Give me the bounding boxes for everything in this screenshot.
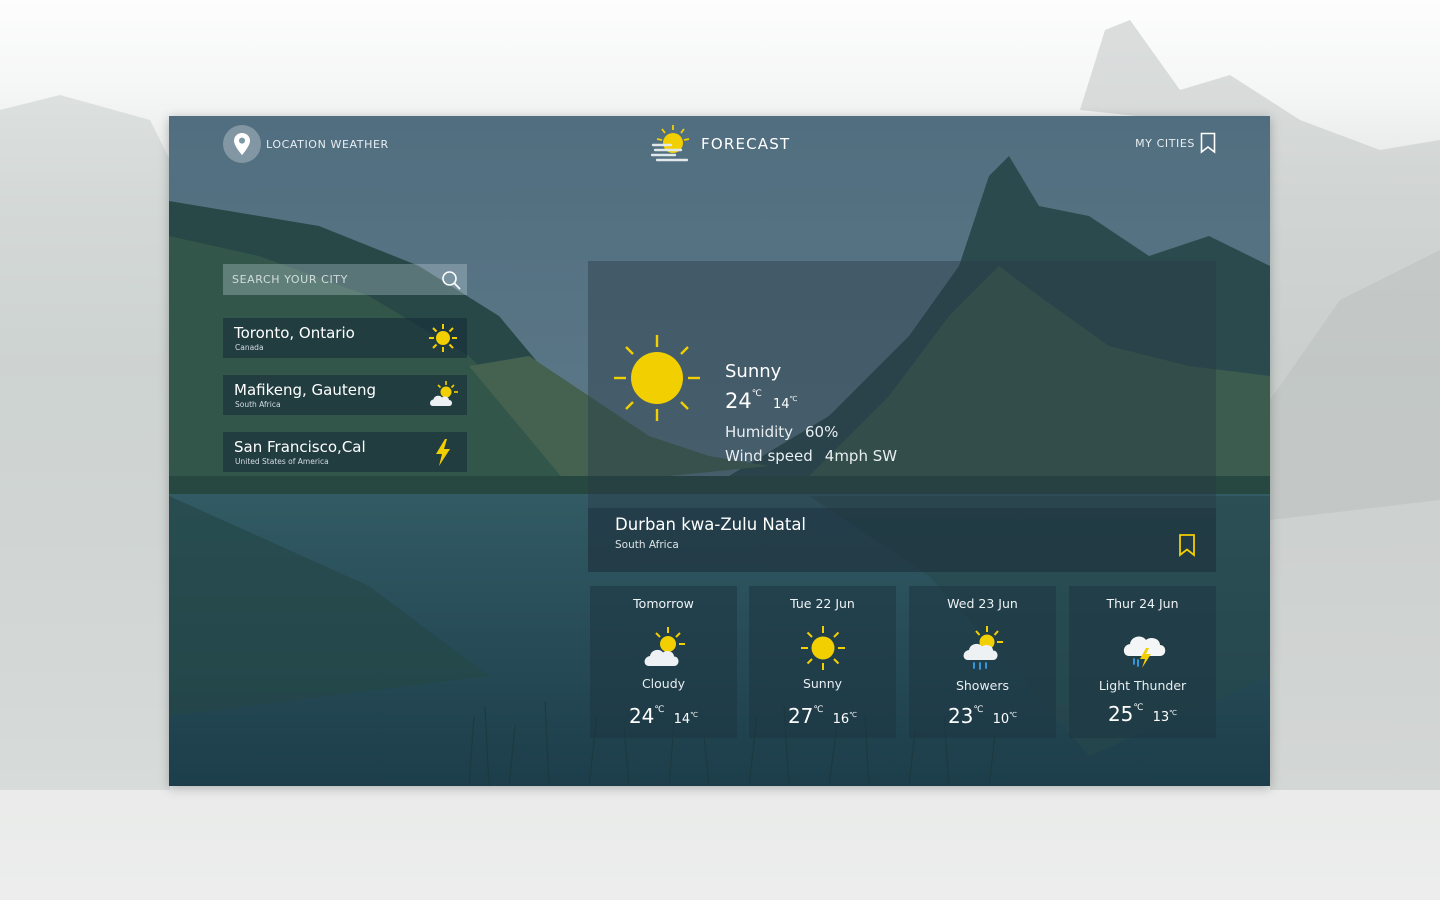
forecast-temp-high: 27 xyxy=(787,704,814,728)
current-temp-low: 14 xyxy=(772,397,790,412)
forecast-temp-low: 14 xyxy=(673,712,691,727)
thunder-cloud-icon xyxy=(1123,636,1165,668)
location-pin-button[interactable] xyxy=(223,125,261,163)
forecast-temp-high: 25 xyxy=(1107,702,1134,726)
forecast-temp-low: 10 xyxy=(992,712,1010,727)
city-country: Canada xyxy=(235,343,264,352)
location-weather-link[interactable]: LOCATION WEATHER xyxy=(223,124,389,164)
search-icon[interactable] xyxy=(441,270,461,290)
city-card-toronto[interactable]: Toronto, Ontario Canada xyxy=(223,318,467,358)
humidity-row: Humidity 60% xyxy=(725,423,838,441)
forecast-temperatures: 23℃ 10℃ xyxy=(909,704,1056,728)
city-card-mafikeng[interactable]: Mafikeng, Gauteng South Africa xyxy=(223,375,467,415)
temp-unit: ℃ xyxy=(1009,711,1018,719)
forecast-condition: Cloudy xyxy=(641,676,686,691)
current-condition: Sunny xyxy=(725,361,782,382)
temp-unit: ℃ xyxy=(789,395,798,403)
forecast-card-thur[interactable]: Thur 24 Jun Light Thunder 25℃ 13℃ xyxy=(1069,586,1216,738)
sun-behind-clouds-icon xyxy=(651,125,690,162)
current-temperatures: 24℃ 14℃ xyxy=(725,389,797,413)
forecast-condition: Showers xyxy=(955,678,1010,693)
app-title: FORECAST xyxy=(701,135,791,153)
city-search-input[interactable] xyxy=(230,272,434,287)
temp-unit: ℃ xyxy=(1169,709,1178,717)
sun-icon xyxy=(429,324,457,352)
forecast-day: Tue 22 Jun xyxy=(790,596,855,611)
location-weather-label[interactable]: LOCATION WEATHER xyxy=(266,138,389,151)
city-name: Mafikeng, Gauteng xyxy=(234,381,376,399)
city-card-san-francisco[interactable]: San Francisco,Cal United States of Ameri… xyxy=(223,432,467,472)
location-pin-icon xyxy=(234,133,250,155)
forecast-temp-low: 16 xyxy=(832,712,850,727)
city-name: San Francisco,Cal xyxy=(234,438,366,456)
forecast-day: Tomorrow xyxy=(633,596,694,611)
forecast-card-wed[interactable]: Wed 23 Jun Showers 23℃ 10℃ xyxy=(909,586,1056,738)
wind-value: 4mph SW xyxy=(824,447,898,465)
forecast-temperatures: 24℃ 14℃ xyxy=(590,704,737,728)
temp-unit: ℃ xyxy=(973,705,984,715)
temp-unit: ℃ xyxy=(690,711,699,719)
bookmark-icon xyxy=(1200,132,1216,154)
forecast-condition: Sunny xyxy=(802,676,843,691)
forecast-card-tue[interactable]: Tue 22 Jun Sunny 27℃ 16℃ xyxy=(749,586,896,738)
my-cities-label[interactable]: MY CITIES xyxy=(1135,137,1195,150)
city-search-box xyxy=(223,264,467,295)
partly-cloudy-icon xyxy=(430,381,458,406)
humidity-value: 60% xyxy=(805,423,839,441)
temp-unit: ℃ xyxy=(849,711,858,719)
forecast-card-tomorrow[interactable]: Tomorrow Cloudy 24℃ 14℃ xyxy=(590,586,737,738)
city-name: Toronto, Ontario xyxy=(234,324,355,342)
rain-showers-icon xyxy=(963,626,1003,670)
temp-unit: ℃ xyxy=(813,705,824,715)
forecast-temp-low: 13 xyxy=(1152,710,1170,725)
forecast-temperatures: 27℃ 16℃ xyxy=(749,704,896,728)
temp-unit: ℃ xyxy=(751,389,762,399)
weather-app-window: LOCATION WEATHER FORECAST MY CITIES SEAR… xyxy=(169,116,1270,786)
forecast-day: Thur 24 Jun xyxy=(1106,596,1179,611)
city-country: South Africa xyxy=(235,400,281,409)
current-weather-panel: Sunny 24℃ 14℃ Humidity 60% Wind speed 4mph… xyxy=(588,261,1216,572)
my-cities-link[interactable]: MY CITIES xyxy=(1135,132,1216,154)
forecast-temperatures: 25℃ 13℃ xyxy=(1069,702,1216,726)
forecast-temp-high: 24 xyxy=(628,704,655,728)
forecast-temp-high: 23 xyxy=(947,704,974,728)
current-temp-high: 24 xyxy=(725,389,752,413)
partly-cloudy-icon xyxy=(644,627,685,666)
temp-unit: ℃ xyxy=(654,705,665,715)
lightning-icon xyxy=(436,439,450,466)
temp-unit: ℃ xyxy=(1133,703,1144,713)
wind-label: Wind speed xyxy=(725,447,813,465)
city-country: United States of America xyxy=(235,457,329,466)
sun-icon xyxy=(614,335,700,421)
humidity-label: Humidity xyxy=(725,423,794,441)
forecast-condition: Light Thunder xyxy=(1098,678,1187,693)
wind-row: Wind speed 4mph SW xyxy=(725,447,897,465)
bookmark-icon[interactable] xyxy=(1178,533,1196,557)
sun-icon xyxy=(800,626,845,670)
selected-location-country: South Africa xyxy=(615,539,679,551)
app-brand: FORECAST xyxy=(651,122,790,166)
selected-location-name: Durban kwa-Zulu Natal xyxy=(615,515,807,534)
forecast-day: Wed 23 Jun xyxy=(947,596,1018,611)
